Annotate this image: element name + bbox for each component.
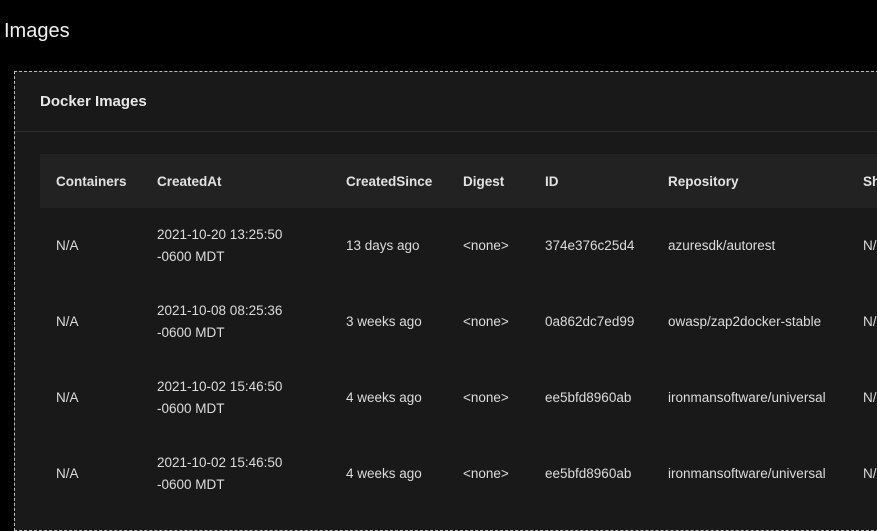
cell-created-at: 2021-10-02 15:46:50 -0600 MDT <box>141 436 330 512</box>
cell-shared: N/ <box>863 390 877 405</box>
cell-created-since: 3 weeks ago <box>346 314 422 329</box>
column-header-digest[interactable]: Digest <box>447 154 529 208</box>
cell-containers: N/A <box>56 238 79 253</box>
images-table: Containers CreatedAt CreatedSince Digest… <box>40 154 877 512</box>
created-at-timezone: -0600 MDT <box>157 249 225 264</box>
cell-digest: <none> <box>463 314 509 329</box>
cell-shared: N/ <box>863 238 877 253</box>
table-row: N/A 2021-10-02 15:46:50 -0600 MDT 4 week… <box>40 436 877 512</box>
cell-id: ee5bfd8960ab <box>545 466 632 481</box>
cell-repository: ironmansoftware/universal <box>668 390 826 405</box>
table-row: N/A 2021-10-20 13:25:50 -0600 MDT 13 day… <box>40 208 877 284</box>
column-header-shared[interactable]: Sh <box>847 154 877 208</box>
created-at-date: 2021-10-08 08:25:36 <box>157 303 283 318</box>
column-header-createdsince[interactable]: CreatedSince <box>330 154 447 208</box>
table-row: N/A 2021-10-02 15:46:50 -0600 MDT 4 week… <box>40 360 877 436</box>
cell-created-since: 13 days ago <box>346 238 420 253</box>
cell-digest: <none> <box>463 466 509 481</box>
cell-digest: <none> <box>463 390 509 405</box>
card-header: Docker Images <box>15 72 877 132</box>
column-header-containers[interactable]: Containers <box>40 154 141 208</box>
created-at-date: 2021-10-02 15:46:50 <box>157 379 283 394</box>
page-title: Images <box>4 20 70 42</box>
cell-containers: N/A <box>56 390 79 405</box>
cell-containers: N/A <box>56 466 79 481</box>
cell-created-since: 4 weeks ago <box>346 390 422 405</box>
column-header-createdat[interactable]: CreatedAt <box>141 154 330 208</box>
created-at-timezone: -0600 MDT <box>157 325 225 340</box>
docker-images-card: Docker Images Containers CreatedAt Creat… <box>14 71 877 531</box>
cell-id: ee5bfd8960ab <box>545 390 632 405</box>
cell-created-since: 4 weeks ago <box>346 466 422 481</box>
cell-repository: ironmansoftware/universal <box>668 466 826 481</box>
card-title: Docker Images <box>40 93 147 110</box>
cell-created-at: 2021-10-20 13:25:50 -0600 MDT <box>141 208 330 284</box>
table-row: N/A 2021-10-08 08:25:36 -0600 MDT 3 week… <box>40 284 877 360</box>
cell-created-at: 2021-10-08 08:25:36 -0600 MDT <box>141 284 330 360</box>
cell-id: 0a862dc7ed99 <box>545 314 635 329</box>
created-at-date: 2021-10-02 15:46:50 <box>157 455 283 470</box>
images-table-container[interactable]: Containers CreatedAt CreatedSince Digest… <box>40 154 877 512</box>
cell-shared: N/ <box>863 314 877 329</box>
cell-containers: N/A <box>56 314 79 329</box>
cell-created-at: 2021-10-02 15:46:50 -0600 MDT <box>141 360 330 436</box>
cell-id: 374e376c25d4 <box>545 238 635 253</box>
table-header-row: Containers CreatedAt CreatedSince Digest… <box>40 154 877 208</box>
cell-repository: azuresdk/autorest <box>668 238 776 253</box>
column-header-id[interactable]: ID <box>529 154 652 208</box>
cell-digest: <none> <box>463 238 509 253</box>
created-at-timezone: -0600 MDT <box>157 477 225 492</box>
column-header-repository[interactable]: Repository <box>652 154 847 208</box>
created-at-timezone: -0600 MDT <box>157 401 225 416</box>
cell-shared: N/ <box>863 466 877 481</box>
cell-repository: owasp/zap2docker-stable <box>668 314 822 329</box>
created-at-date: 2021-10-20 13:25:50 <box>157 227 283 242</box>
